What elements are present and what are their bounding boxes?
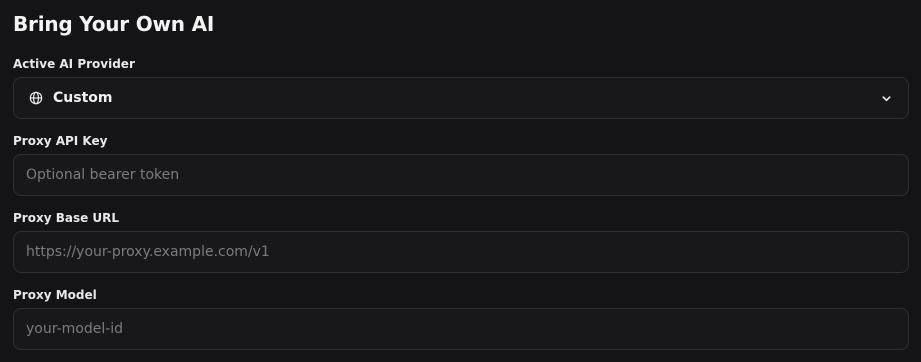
provider-select[interactable]: Custom	[13, 77, 909, 119]
section-title: Bring Your Own AI	[13, 12, 215, 36]
model-field-wrapper	[13, 308, 909, 350]
model-label: Proxy Model	[13, 288, 97, 302]
api-key-label: Proxy API Key	[13, 134, 108, 148]
globe-icon	[28, 90, 44, 106]
provider-label: Active AI Provider	[13, 57, 135, 71]
provider-selected-value: Custom	[53, 90, 113, 106]
model-input[interactable]	[14, 309, 908, 349]
api-key-input[interactable]	[14, 155, 908, 195]
api-key-field-wrapper	[13, 154, 909, 196]
chevron-down-icon	[880, 92, 892, 104]
base-url-input[interactable]	[14, 232, 908, 272]
base-url-label: Proxy Base URL	[13, 211, 120, 225]
base-url-field-wrapper	[13, 231, 909, 273]
byo-ai-settings-panel: Bring Your Own AI Active AI Provider Cus…	[0, 0, 921, 362]
